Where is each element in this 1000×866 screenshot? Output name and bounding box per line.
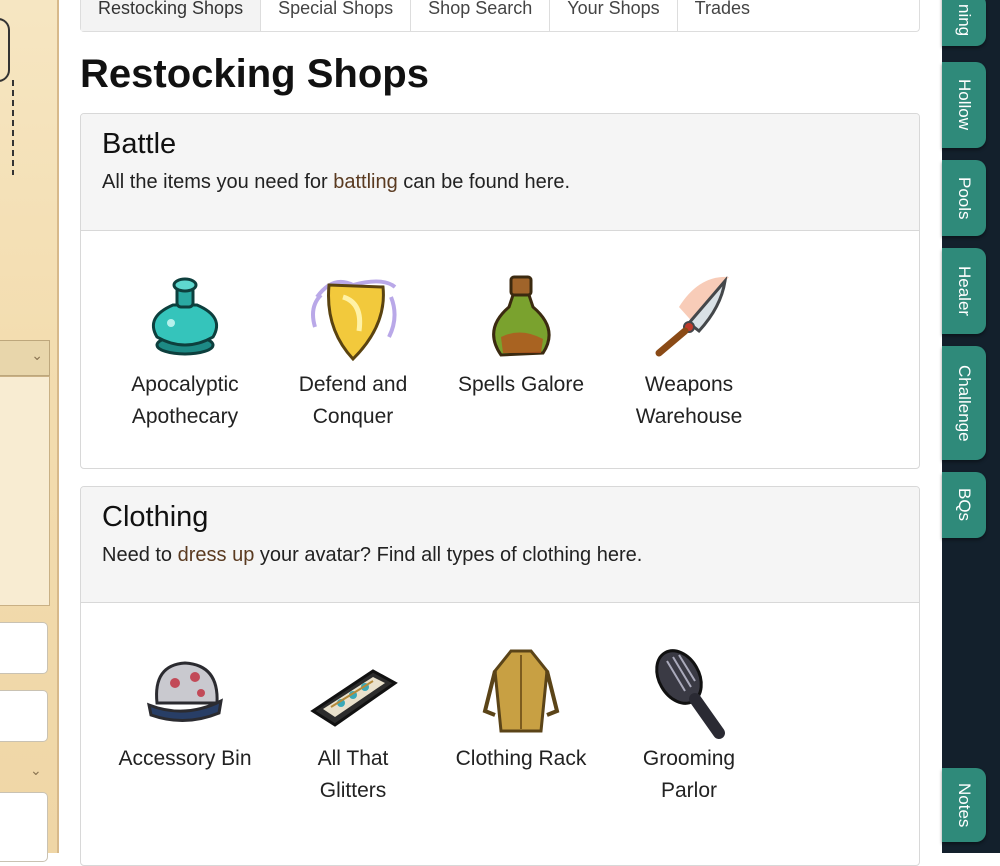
side-tab-notes[interactable]: Notes [942,768,986,842]
description-text: can be found here. [397,171,571,193]
shop-label-line: Apocalyptic [131,373,239,396]
clothing-section: Clothing Need to dress up your avatar? F… [80,486,920,866]
side-tab-label: Hollow [955,79,974,131]
tab-shop-search[interactable]: Shop Search [411,0,551,31]
side-tab-label: Pools [955,176,974,220]
green-elixir-icon [492,275,551,357]
main-content: Restocking Shops Special Shops Shop Sear… [80,0,920,866]
cap-icon [146,661,223,723]
tab-restocking-shops[interactable]: Restocking Shops [81,0,262,31]
page-title: Restocking Shops [80,52,429,96]
chevron-down-icon[interactable]: ⌄ [30,762,42,779]
battle-section: Battle All the items you need for battli… [80,113,920,469]
left-sidebar: ⌄ ⌄ [0,0,59,862]
section-header: Clothing Need to dress up your avatar? F… [81,487,919,603]
shop-list: Apocalyptic Apothecary Defend and Conquer … [81,231,919,433]
shop-label-line: Parlor [660,779,718,802]
shop-tabs: Restocking Shops Special Shops Shop Sear… [80,0,920,32]
tab-trades[interactable]: Trades [678,0,767,31]
shop-label-line: Accessory Bin [118,747,252,770]
section-description: All the items you need for battling can … [102,171,898,194]
sidebar-input-1[interactable] [0,622,48,674]
section-header: Battle All the items you need for battli… [81,114,919,231]
shop-list: Accessory Bin All That Glitters Clothing … [81,603,919,807]
sidebar-panel [0,376,50,606]
shop-label-line: Grooming [642,747,736,770]
golden-shield-icon [311,279,397,362]
side-tab-label: BQs [955,488,974,522]
decorative-chain [12,80,14,175]
section-title: Battle [102,128,177,160]
description-text: All the items you need for [102,171,334,193]
shop-accessory-bin[interactable]: Accessory Bin [101,641,269,807]
shop-weapons-warehouse[interactable]: Weapons Warehouse [605,267,773,433]
shop-label-line: Apothecary [131,405,239,428]
side-tab-bqs[interactable]: BQs [942,472,986,538]
flaming-blade-icon [655,276,729,357]
sidebar-input-3[interactable] [0,792,48,862]
tab-special-shops[interactable]: Special Shops [261,0,412,31]
shop-defend-and-conquer[interactable]: Defend and Conquer [269,267,437,433]
side-tab-pools[interactable]: Pools [942,160,986,236]
side-tab-challenge[interactable]: Challenge [942,346,986,460]
shop-label-line: Defend and [298,373,408,396]
tab-your-shops[interactable]: Your Shops [550,0,678,31]
side-tab-label: ning [955,3,974,37]
shop-grooming-parlor[interactable]: Grooming Parlor [605,641,773,807]
coat-icon [482,649,560,733]
hairbrush-icon [655,649,725,739]
section-description: Need to dress up your avatar? Find all t… [102,544,898,567]
description-text: your avatar? Find all types of clothing … [254,544,643,566]
description-text: Need to [102,544,178,566]
dress-up-link[interactable]: dress up [178,544,255,566]
shop-clothing-rack[interactable]: Clothing Rack [437,641,605,807]
shop-label-line: Conquer [312,405,394,428]
shop-label-line: Spells Galore [457,373,585,396]
side-tab-label: Challenge [955,364,974,442]
right-nav-rail: ning Hollow Pools Healer Challenge BQs N… [942,0,1000,853]
shop-spells-galore[interactable]: Spells Galore [437,267,605,433]
sidebar-input-2[interactable] [0,690,48,742]
shop-label-line: All That [317,747,389,770]
side-tab-healer[interactable]: Healer [942,248,986,334]
shop-all-that-glitters[interactable]: All That Glitters [269,641,437,807]
side-tab-ning[interactable]: ning [942,0,986,46]
shop-label-line: Glitters [319,779,387,802]
jewelry-box-icon [310,669,398,727]
section-title: Clothing [102,501,209,533]
side-tab-label: Notes [955,782,974,828]
shop-label-line: Weapons [644,373,734,396]
shop-apocalyptic-apothecary[interactable]: Apocalyptic Apothecary [101,267,269,433]
decorative-ring [0,18,10,82]
battling-link[interactable]: battling [333,171,398,193]
side-tab-hollow[interactable]: Hollow [942,62,986,148]
chevron-down-icon: ⌄ [31,347,43,363]
shop-label-line: Warehouse [635,405,743,428]
side-tab-label: Healer [955,265,974,317]
shop-label-line: Clothing Rack [455,747,587,770]
teal-potion-icon [152,277,218,356]
sidebar-dropdown[interactable]: ⌄ [0,340,50,376]
